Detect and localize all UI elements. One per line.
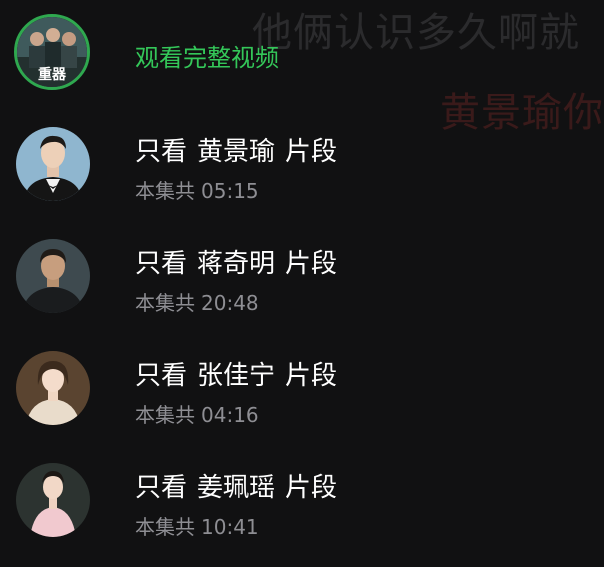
clip-duration-label: 本集共 (135, 515, 195, 539)
clip-duration: 20:48 (201, 291, 259, 315)
watch-full-video-option[interactable]: 重器 观看完整视频 (0, 4, 604, 104)
clip-option-item[interactable]: 只看 姜珮瑶 片段 本集共 10:41 (0, 454, 604, 554)
clip-actor-name: 蒋奇明 (197, 249, 276, 279)
clip-prefix: 只看 (135, 473, 188, 503)
clip-prefix: 只看 (135, 249, 188, 279)
clip-actor-name: 黄景瑜 (197, 137, 276, 167)
clip-selection-panel: 他俩认识多久啊就 黄景瑜你 重器 观看完整视频 只看 黄景瑜 片段 本集共 05… (0, 0, 604, 567)
clip-duration-label: 本集共 (135, 179, 195, 203)
clip-option-item[interactable]: 只看 黄景瑜 片段 本集共 05:15 (0, 118, 604, 218)
clip-duration-label: 本集共 (135, 403, 195, 427)
actor-avatar (16, 127, 90, 201)
clip-suffix: 片段 (285, 473, 338, 503)
clip-duration: 05:15 (201, 179, 259, 203)
full-video-poster: 重器 (14, 14, 90, 90)
clip-actor-name: 张佳宁 (197, 361, 276, 391)
clip-duration-label: 本集共 (135, 291, 195, 315)
clip-option-item[interactable]: 只看 张佳宁 片段 本集共 04:16 (0, 342, 604, 442)
actor-avatar (16, 239, 90, 313)
clip-prefix: 只看 (135, 137, 188, 167)
clip-option-item[interactable]: 只看 蒋奇明 片段 本集共 20:48 (0, 230, 604, 330)
clip-duration: 10:41 (201, 515, 259, 539)
full-video-poster-label: 重器 (38, 66, 67, 83)
clip-suffix: 片段 (285, 361, 338, 391)
clip-actor-name: 姜珮瑶 (197, 473, 276, 503)
watch-full-video-label: 观看完整视频 (135, 44, 279, 72)
clip-suffix: 片段 (285, 137, 338, 167)
actor-avatar (16, 463, 90, 537)
actor-avatar (16, 351, 90, 425)
clip-suffix: 片段 (285, 249, 338, 279)
clip-duration: 04:16 (201, 403, 259, 427)
clip-prefix: 只看 (135, 361, 188, 391)
